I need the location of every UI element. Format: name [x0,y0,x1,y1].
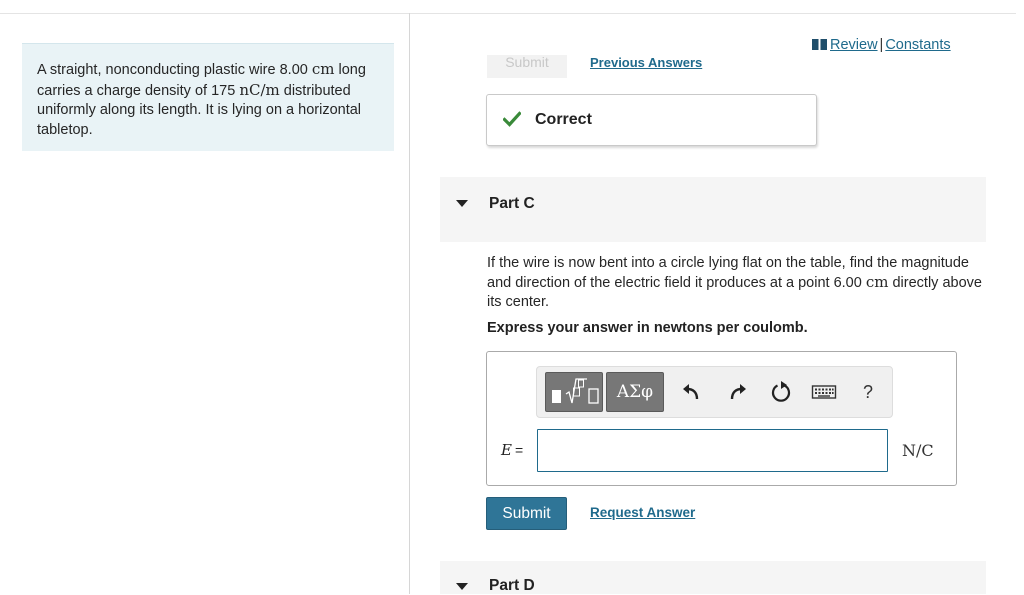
reset-icon [771,381,791,402]
greek-symbols-button[interactable]: ΑΣφ [606,372,664,412]
problem-statement: A straight, nonconducting plastic wire 8… [22,43,394,151]
checkmark-icon [503,111,521,127]
column-divider [409,13,410,594]
book-icon [812,39,827,50]
part-c-question: If the wire is now bent into a circle ly… [487,254,987,312]
request-answer-link[interactable]: Request Answer [590,505,695,520]
caret-down-icon [456,583,468,590]
part-c-header[interactable]: Part C [440,177,986,242]
review-constants-links: Review | Constants [812,37,951,53]
redo-button[interactable] [724,379,750,405]
undo-icon [683,384,699,400]
part-c-title: Part C [489,195,535,212]
review-link[interactable]: Review [830,37,878,53]
problem-unit-density: nC/m [239,80,280,99]
problem-text-1: A straight, nonconducting plastic wire 8… [37,62,312,78]
constants-link[interactable]: Constants [885,37,950,53]
help-button[interactable]: ? [855,379,881,405]
redo-icon [730,384,746,400]
feedback-correct-box: Correct [486,94,817,146]
math-toolbar: ΑΣφ ? [536,366,893,418]
link-separator: | [879,37,884,53]
submit-button[interactable]: Submit [486,497,567,530]
previous-answers-link[interactable]: Previous Answers [590,55,702,70]
undo-button[interactable] [679,379,705,405]
question-unit-cm: cm [865,273,889,291]
templates-icon [552,378,599,404]
answer-unit: N/C [902,441,934,460]
part-d-header[interactable]: Part D [440,561,986,594]
equals-sign: = [514,442,524,458]
part-d-title: Part D [489,577,535,594]
templates-button[interactable] [545,372,603,412]
variable-symbol: E [501,441,512,459]
top-border [0,13,1016,14]
answer-input[interactable] [537,429,888,472]
keyboard-icon [811,385,837,399]
problem-unit-cm: cm [311,60,335,78]
answer-panel: ΑΣφ ? E = N/C [486,351,957,486]
keyboard-button[interactable] [811,379,837,405]
caret-down-icon [456,200,468,207]
feedback-label: Correct [535,111,592,128]
reset-button[interactable] [768,379,794,405]
answer-variable-label: E = [501,441,523,459]
answer-instruction: Express your answer in newtons per coulo… [487,320,808,336]
previous-submit-button[interactable]: Submit [487,55,567,78]
